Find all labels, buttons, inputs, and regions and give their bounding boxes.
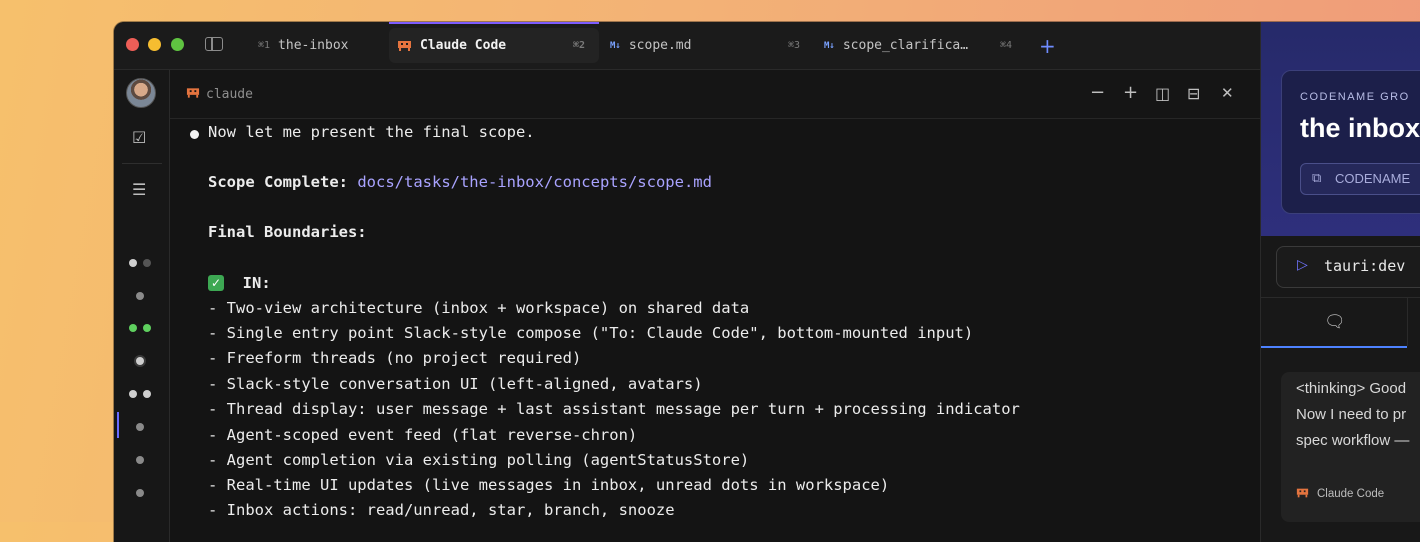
session-status-dot[interactable] xyxy=(129,390,137,398)
session-status-dot[interactable] xyxy=(143,390,151,398)
message-bullet xyxy=(190,130,199,139)
claude-icon xyxy=(186,88,200,98)
check-icon: ✓ xyxy=(208,275,224,291)
close-pane-button[interactable]: ✕ xyxy=(1221,84,1234,102)
tab-shortcut: ⌘1 xyxy=(258,40,271,51)
tab-scope-md[interactable]: M↓ scope.md ⌘3 xyxy=(610,28,800,63)
scope-item: - Freeform threads (no project required) xyxy=(208,349,582,367)
close-window-button[interactable] xyxy=(126,38,139,51)
session-status-dot[interactable] xyxy=(129,259,137,267)
session-status-dot[interactable] xyxy=(136,292,144,300)
chip-label: CODENAME xyxy=(1335,171,1411,186)
tab-claude-code[interactable]: Claude Code ⌘2 xyxy=(389,22,599,63)
pane-title: claude xyxy=(206,87,253,102)
project-kicker: CODENAME GRO xyxy=(1300,91,1410,103)
message-author: Claude Code xyxy=(1317,488,1385,500)
check-square-icon[interactable]: ☑ xyxy=(132,128,146,147)
run-script-label: tauri:dev xyxy=(1324,257,1406,275)
project-title: the inbox xyxy=(1300,113,1420,143)
message-card[interactable]: <thinking> Good Now I need to pr spec wo… xyxy=(1281,372,1420,522)
boundaries-heading: Final Boundaries: xyxy=(208,223,367,241)
terminal-output[interactable]: Now let me present the final scope. Scop… xyxy=(170,119,1260,542)
active-tab-underline xyxy=(1261,346,1407,348)
minimize-pane-button[interactable]: − xyxy=(1090,82,1105,103)
tab-label: scope.md xyxy=(628,38,692,53)
right-panel-tabs: 🗨 xyxy=(1261,297,1420,348)
active-session-indicator xyxy=(117,412,119,438)
claude-icon xyxy=(1296,488,1309,498)
scope-line: Scope Complete: docs/tasks/the-inbox/con… xyxy=(208,173,712,191)
tab-divider xyxy=(1407,298,1408,346)
scope-item: - Thread display: user message + last as… xyxy=(208,400,1020,418)
rail-divider xyxy=(122,163,162,164)
scope-item: - Inbox actions: read/unread, star, bran… xyxy=(208,501,675,519)
scope-item: - Single entry point Slack-style compose… xyxy=(208,324,974,342)
scope-path-link[interactable]: docs/tasks/the-inbox/concepts/scope.md xyxy=(357,173,712,191)
tab-scope-clarification[interactable]: M↓ scope_clarifica… ⌘4 xyxy=(824,28,1014,63)
split-pane-icon[interactable]: ◫ xyxy=(1155,84,1170,103)
session-status-dot[interactable] xyxy=(136,423,144,431)
app-window: ⌘1 the-inbox Claude Code ⌘2 M↓ scope.md … xyxy=(114,22,1420,542)
session-status-dot[interactable] xyxy=(129,324,137,332)
message-line: <thinking> Good xyxy=(1296,380,1407,397)
in-label: IN: xyxy=(242,274,271,292)
avatar[interactable] xyxy=(126,78,156,108)
project-card[interactable]: CODENAME GRO the inbox ⧉ CODENAME xyxy=(1281,70,1420,214)
message-line: spec workflow — xyxy=(1296,432,1410,449)
scope-label: Scope Complete: xyxy=(208,173,348,191)
scope-item: - Slack-style conversation UI (left-alig… xyxy=(208,375,703,393)
session-status-dot[interactable] xyxy=(136,489,144,497)
session-status-dot[interactable] xyxy=(143,259,151,267)
tab-shortcut: ⌘4 xyxy=(999,40,1012,51)
right-panel: CODENAME GRO the inbox ⧉ CODENAME ▷ taur… xyxy=(1260,22,1420,542)
layers-icon: ⧉ xyxy=(1312,170,1322,185)
chat-icon[interactable]: 🗨 xyxy=(1324,312,1346,332)
scope-item: - Agent completion via existing polling … xyxy=(208,451,750,469)
tab-bar: ⌘1 the-inbox Claude Code ⌘2 M↓ scope.md … xyxy=(114,22,1420,70)
left-rail: ☑ ☰ xyxy=(114,70,170,542)
tab-shortcut: ⌘2 xyxy=(572,40,585,51)
tab-label: Claude Code xyxy=(420,38,507,53)
tab-label: the-inbox xyxy=(278,38,349,53)
scope-item: - Real-time UI updates (live messages in… xyxy=(208,476,890,494)
message-line: Now I need to pr xyxy=(1296,406,1407,423)
session-status-dot[interactable] xyxy=(136,357,144,365)
play-icon: ▷ xyxy=(1297,257,1308,273)
tab-shortcut: ⌘3 xyxy=(787,40,800,51)
layout-pane-icon[interactable]: ⊟ xyxy=(1187,84,1200,103)
run-script-button[interactable]: ▷ tauri:dev xyxy=(1276,246,1420,288)
project-hero: CODENAME GRO the inbox ⧉ CODENAME xyxy=(1261,22,1420,236)
scope-item: - Agent-scoped event feed (flat reverse-… xyxy=(208,426,638,444)
pane-header: claude − + ◫ ⊟ ✕ xyxy=(170,70,1260,119)
sidebar-toggle-icon[interactable] xyxy=(205,37,223,51)
codename-chip[interactable]: ⧉ CODENAME xyxy=(1300,163,1420,195)
tab-the-inbox[interactable]: ⌘1 the-inbox xyxy=(258,28,349,63)
new-tab-button[interactable]: + xyxy=(1039,34,1056,58)
tab-label: scope_clarifica… xyxy=(842,38,969,53)
minimize-window-button[interactable] xyxy=(148,38,161,51)
markdown-icon: M↓ xyxy=(824,40,835,51)
add-pane-button[interactable]: + xyxy=(1123,82,1138,103)
intro-line: Now let me present the final scope. xyxy=(208,123,535,141)
session-status-dot[interactable] xyxy=(136,456,144,464)
markdown-icon: M↓ xyxy=(610,40,621,51)
claude-icon xyxy=(398,40,411,51)
zoom-window-button[interactable] xyxy=(171,38,184,51)
scope-item: - Two-view architecture (inbox + workspa… xyxy=(208,299,750,317)
session-status-dot[interactable] xyxy=(143,324,151,332)
in-heading: ✓ IN: xyxy=(208,274,271,292)
checklist-icon[interactable]: ☰ xyxy=(132,180,146,199)
